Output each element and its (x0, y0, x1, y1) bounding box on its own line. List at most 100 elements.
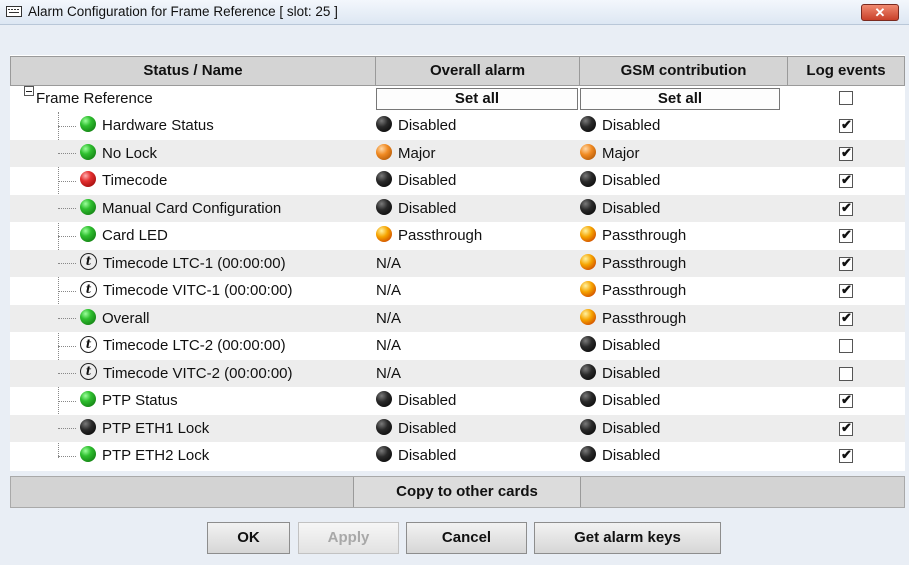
table-row[interactable]: t Timecode LTC-2 (00:00:00) N/A Disabled (10, 332, 905, 360)
green-status-led-icon (80, 391, 96, 408)
close-button[interactable]: ✕ (861, 4, 899, 21)
checkmark-icon: ✔ (841, 199, 852, 215)
overall-alarm-cell[interactable]: N/A (376, 250, 401, 278)
gsm-contribution-cell[interactable]: Disabled (580, 360, 660, 388)
overall-alarm-cell[interactable]: Passthrough (376, 222, 482, 250)
row-name: Timecode LTC-2 (00:00:00) (103, 337, 286, 354)
ok-button[interactable]: OK (207, 522, 290, 554)
gsm-contribution-value: Disabled (602, 117, 661, 134)
black-gsm-led-icon (580, 116, 596, 133)
apply-button[interactable]: Apply (298, 522, 399, 554)
log-events-checkbox[interactable]: ✔ (839, 420, 853, 436)
black-gsm-led-icon (580, 198, 596, 215)
overall-alarm-value: Disabled (398, 172, 457, 189)
gsm-contribution-value: Passthrough (602, 309, 687, 327)
gsm-contribution-cell[interactable]: Passthrough (580, 250, 686, 278)
overall-alarm-cell[interactable]: N/A (376, 277, 401, 305)
overall-alarm-cell[interactable]: Disabled (376, 195, 456, 223)
table-row[interactable]: Overall N/A Passthrough ✔ (10, 304, 905, 333)
table-row[interactable]: No Lock Major Major ✔ (10, 139, 905, 168)
overall-alarm-value: Major (398, 144, 436, 162)
overall-alarm-cell[interactable]: N/A (376, 305, 401, 333)
gsm-contribution-cell[interactable]: Major (580, 140, 640, 168)
tree-branch (58, 208, 76, 210)
table-row[interactable]: Timecode Disabled Disabled ✔ (10, 167, 905, 195)
tree-branch (58, 400, 76, 402)
table-row[interactable]: PTP Status Disabled Disabled ✔ (10, 387, 905, 415)
orange-alarm-led-icon (376, 143, 392, 160)
overall-alarm-cell[interactable]: Disabled (376, 167, 456, 195)
overall-alarm-cell[interactable]: Disabled (376, 387, 456, 415)
tree-branch (58, 373, 76, 375)
gsm-contribution-cell[interactable]: Disabled (580, 387, 660, 415)
table-row[interactable]: Hardware Status Disabled Disabled ✔ (10, 112, 905, 140)
header-status-name[interactable]: Status / Name (10, 56, 376, 86)
row-name: Timecode (102, 172, 168, 189)
overall-alarm-value: Disabled (398, 419, 457, 437)
checkmark-icon: ✔ (841, 172, 852, 187)
table-row[interactable]: PTP ETH2 Lock Disabled Disabled ✔ (10, 442, 905, 470)
row-name-cell: PTP Status (80, 387, 178, 415)
log-events-checkbox[interactable]: ✔ (839, 199, 853, 216)
gsm-contribution-cell[interactable]: Passthrough (580, 277, 686, 305)
gsm-contribution-value: Passthrough (602, 282, 687, 299)
close-icon: ✕ (874, 5, 886, 20)
row-name-cell: t Timecode LTC-1 (00:00:00) (80, 250, 286, 278)
header-overall-alarm[interactable]: Overall alarm (375, 56, 580, 86)
table-row[interactable]: PTP ETH1 Lock Disabled Disabled ✔ (10, 414, 905, 443)
set-all-gsm-button[interactable]: Set all (580, 88, 780, 110)
root-log-checkbox[interactable] (839, 91, 853, 105)
overall-alarm-value: N/A (376, 364, 402, 382)
green-status-led-icon (80, 226, 96, 243)
set-all-overall-button[interactable]: Set all (376, 88, 578, 110)
log-events-checkbox[interactable]: ✔ (839, 392, 853, 408)
log-events-checkbox[interactable]: ✔ (839, 447, 853, 463)
table-row[interactable]: Card LED Passthrough Passthrough ✔ (10, 222, 905, 250)
get-alarm-keys-button[interactable]: Get alarm keys (534, 522, 721, 554)
gsm-contribution-cell[interactable]: Disabled (580, 112, 660, 140)
gsm-contribution-value: Disabled (602, 419, 661, 437)
checkmark-icon: ✔ (841, 144, 852, 160)
table-row[interactable]: t Timecode LTC-1 (00:00:00) N/A Passthrough… (10, 249, 905, 278)
overall-alarm-value: N/A (376, 254, 402, 272)
overall-alarm-cell[interactable]: Disabled (376, 415, 456, 443)
log-events-checkbox[interactable]: ✔ (839, 310, 853, 326)
info-icon: t (80, 253, 97, 271)
tree-branch (58, 345, 76, 347)
gsm-contribution-cell[interactable]: Passthrough (580, 222, 686, 250)
log-events-checkbox[interactable] (839, 339, 853, 353)
log-events-checkbox[interactable]: ✔ (839, 255, 853, 271)
gsm-contribution-cell[interactable]: Disabled (580, 167, 660, 195)
title-bar[interactable]: Alarm Configuration for Frame Reference … (0, 0, 909, 25)
table-row[interactable]: t Timecode VITC-2 (00:00:00) N/A Disabled (10, 359, 905, 388)
row-name-cell: t Timecode LTC-2 (00:00:00) (80, 332, 286, 360)
log-events-checkbox[interactable]: ✔ (839, 172, 853, 188)
overall-alarm-cell[interactable]: Disabled (376, 442, 456, 470)
tree-branch (58, 125, 76, 127)
header-log-events[interactable]: Log events (787, 56, 905, 86)
log-events-checkbox[interactable]: ✔ (839, 227, 853, 243)
tree-collapse-toggle[interactable] (24, 86, 34, 96)
copy-to-other-cards-button[interactable]: Copy to other cards (353, 477, 581, 507)
overall-alarm-cell[interactable]: N/A (376, 360, 401, 388)
log-events-checkbox[interactable] (839, 366, 853, 381)
overall-alarm-cell[interactable]: Disabled (376, 112, 456, 140)
gsm-contribution-cell[interactable]: Disabled (580, 195, 660, 223)
cancel-button[interactable]: Cancel (406, 522, 527, 554)
overall-alarm-cell[interactable]: Major (376, 140, 436, 168)
row-name: PTP ETH2 Lock (102, 447, 210, 464)
gsm-contribution-cell[interactable]: Disabled (580, 332, 660, 360)
log-events-checkbox[interactable]: ✔ (839, 144, 853, 161)
gsm-contribution-cell[interactable]: Passthrough (580, 305, 686, 333)
black-gsm-led-icon (580, 336, 596, 353)
gsm-contribution-cell[interactable]: Disabled (580, 442, 660, 470)
log-events-checkbox[interactable]: ✔ (839, 282, 853, 298)
log-events-checkbox[interactable]: ✔ (839, 117, 853, 133)
table-row[interactable]: Manual Card Configuration Disabled Disable… (10, 194, 905, 223)
row-name: Card LED (102, 227, 168, 244)
green-status-led-icon (80, 116, 96, 133)
header-gsm-contribution[interactable]: GSM contribution (579, 56, 788, 86)
overall-alarm-cell[interactable]: N/A (376, 332, 401, 360)
table-row[interactable]: t Timecode VITC-1 (00:00:00) N/A Passthroug… (10, 277, 905, 305)
gsm-contribution-cell[interactable]: Disabled (580, 415, 660, 443)
